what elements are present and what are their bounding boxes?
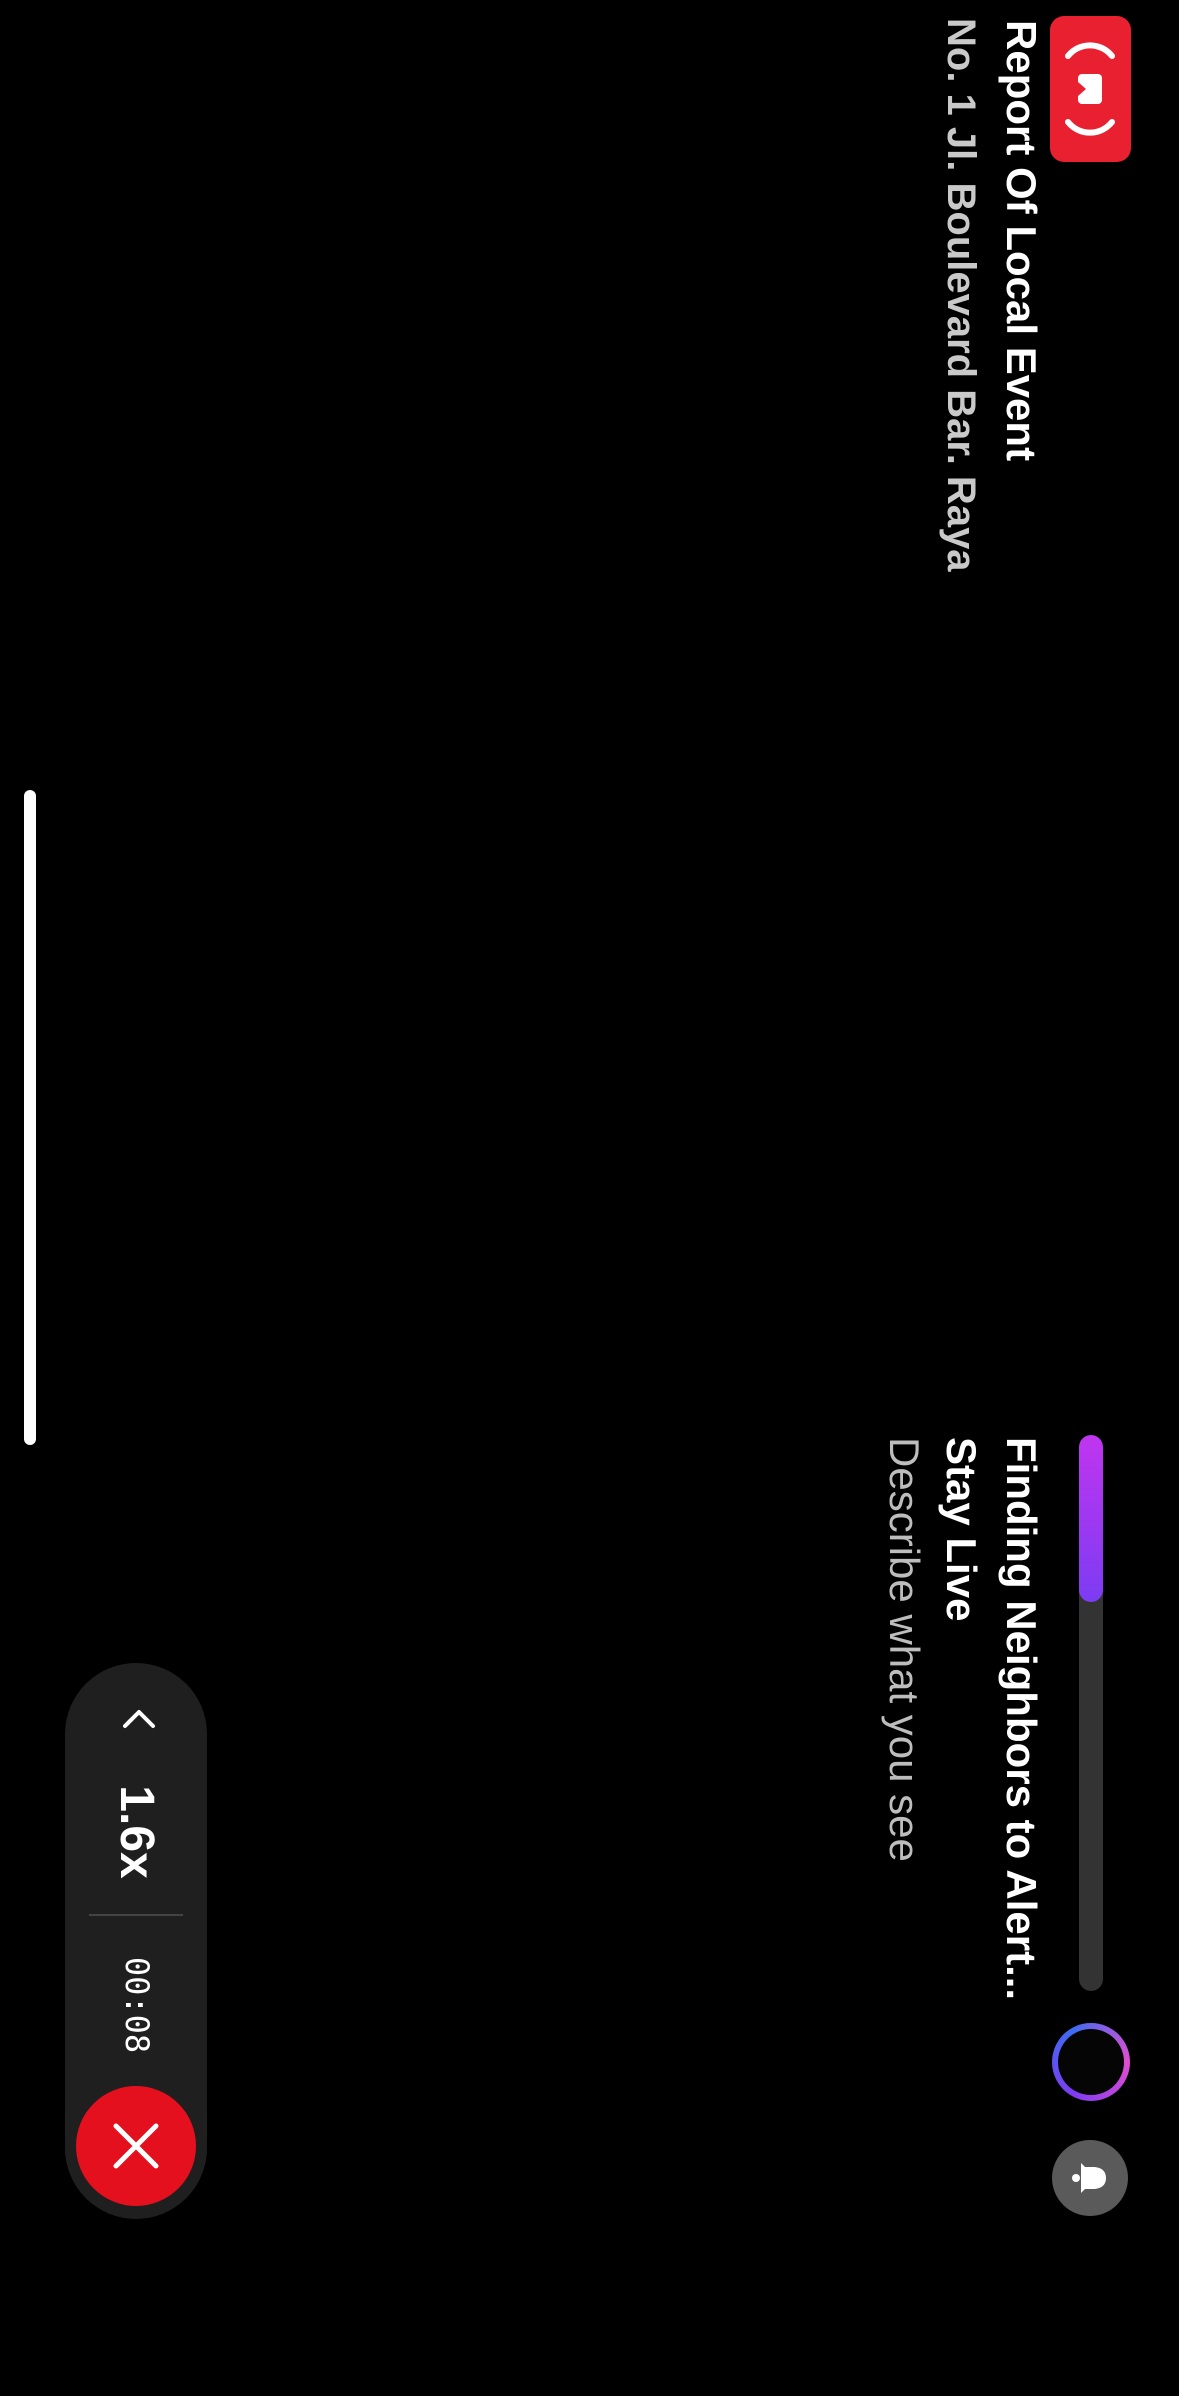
stop-recording-button[interactable] [76,2086,196,2206]
live-mode-label: Stay Live [938,1437,985,1622]
gradient-ring-icon[interactable] [1052,2023,1130,2101]
close-icon [113,2123,159,2169]
event-title: Report Of Local Event [998,20,1045,462]
recording-timer: 00:08 [118,1956,156,2054]
alert-progress-fill [1079,1435,1103,1602]
home-indicator[interactable] [24,790,36,1445]
rotated-camera-view: Report Of Local Event No. 1 Jl. Boulevar… [0,0,1179,2396]
zoom-level[interactable]: 1.6x [105,1772,169,1892]
pill-divider [89,1914,183,1916]
chevron-up-icon [123,1710,155,1728]
live-broadcast-icon [1065,42,1116,136]
chevron-up-button[interactable] [109,1690,169,1750]
live-badge[interactable] [1050,16,1131,162]
event-address: No. 1 Jl. Boulevard Bar. Raya [939,18,983,572]
bell-icon [1072,2163,1106,2193]
bell-button[interactable] [1052,2140,1128,2216]
status-heading: Finding Neighbors to Alert... [998,1437,1045,2001]
alert-progress-bar [1079,1435,1103,1991]
describe-prompt[interactable]: Describe what you see [880,1437,928,1862]
